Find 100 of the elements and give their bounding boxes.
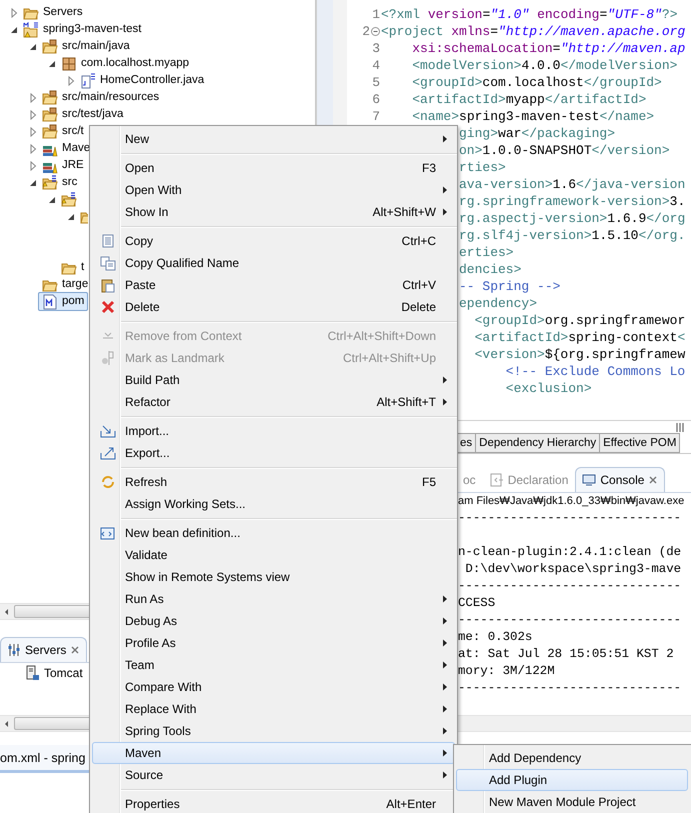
menu-item[interactable]: Debug As	[92, 610, 455, 632]
menu-item[interactable]: Build Path	[92, 369, 455, 391]
collapsed-arrow-icon[interactable]	[9, 8, 19, 18]
menu-item[interactable]: New	[92, 128, 455, 150]
collapsed-arrow-icon[interactable]	[28, 110, 38, 120]
collapsed-arrow-icon[interactable]	[28, 126, 38, 136]
expanded-arrow-icon[interactable]	[47, 194, 57, 204]
collapsed-arrow-icon[interactable]	[28, 144, 38, 154]
menu-item[interactable]: Show In Alt+Shift+W	[92, 201, 455, 223]
tree-item[interactable]: src/t	[60, 123, 86, 140]
tree-item[interactable]: src/main/java	[60, 38, 132, 55]
tree-item[interactable]: src	[60, 174, 80, 191]
menu-item[interactable]: Import...	[92, 420, 455, 442]
menu-item[interactable]: Run As	[92, 588, 455, 610]
expanded-arrow-icon[interactable]	[9, 24, 19, 34]
submenu-arrow-icon	[441, 661, 449, 669]
line-number: 3	[372, 41, 380, 56]
collapsed-arrow-icon[interactable]	[66, 76, 76, 86]
menu-item[interactable]: Add Plugin	[456, 769, 688, 791]
menu-item[interactable]: Profile As	[92, 632, 455, 654]
menu-item[interactable]: Refactor Alt+Shift+T	[92, 391, 455, 413]
tree-item[interactable]: Servers	[41, 4, 85, 21]
package-icon	[61, 56, 77, 72]
tree-item[interactable]: src/main/resources	[60, 89, 162, 106]
servers-tab[interactable]: Servers	[0, 637, 88, 662]
server-item[interactable]: Tomcat	[44, 666, 83, 680]
tree-item[interactable]: spring3-maven-test	[41, 21, 144, 38]
menu-item[interactable]: Maven	[92, 742, 455, 764]
folder-icon	[42, 174, 58, 190]
submenu-arrow-icon	[441, 705, 449, 713]
tree-item[interactable]: JRE	[60, 157, 86, 174]
submenu-arrow-icon	[441, 208, 449, 216]
menu-item[interactable]: Copy Ctrl+C	[92, 230, 455, 252]
menu-item[interactable]: Show in Remote Systems view	[92, 566, 455, 588]
declaration-icon	[490, 473, 504, 487]
menu-item[interactable]: Refresh F5	[92, 471, 455, 493]
console-line: CCESS	[458, 596, 496, 610]
menu-item[interactable]: New Maven Module Project	[456, 791, 688, 813]
expanded-arrow-icon[interactable]	[28, 42, 38, 52]
code-line: rg.aspectj-version>1.6.9</org	[459, 211, 686, 226]
menu-item[interactable]: Export...	[92, 442, 455, 464]
pom-file-icon	[42, 294, 58, 310]
menu-item[interactable]: Paste Ctrl+V	[92, 274, 455, 296]
console-line: ------------------------------	[458, 511, 682, 525]
editor-tab[interactable]: Dependency Hierarchy	[475, 433, 600, 453]
tree-item[interactable]: targe	[60, 276, 90, 293]
menu-item[interactable]: Source	[92, 764, 455, 786]
view-tab[interactable]: Console	[575, 467, 666, 492]
java-file-icon	[80, 72, 96, 88]
menu-item[interactable]: Assign Working Sets...	[92, 493, 455, 515]
copy-icon	[100, 233, 116, 249]
tree-item[interactable]: src/test/java	[60, 106, 126, 123]
submenu-arrow-icon	[441, 749, 449, 757]
menu-item[interactable]: Open With	[92, 179, 455, 201]
editor-tab[interactable]: Effective POM	[599, 433, 680, 453]
console-line: D:\dev\workspace\spring3-mave	[464, 562, 682, 576]
code-line: -- Spring -->	[459, 279, 560, 294]
tree-item[interactable]: HomeController.java	[98, 72, 206, 89]
menu-item[interactable]: Validate	[92, 544, 455, 566]
collapsed-arrow-icon[interactable]	[28, 92, 38, 102]
code-line: on>1.0.0-SNAPSHOT</version>	[459, 143, 670, 158]
collapse-icon[interactable]	[371, 27, 380, 36]
code-line: <artifactId>myapp</artifactId>	[411, 92, 646, 107]
menu-item[interactable]: Open F3	[92, 157, 455, 179]
menu-item[interactable]: Copy Qualified Name	[92, 252, 455, 274]
close-icon[interactable]	[70, 645, 80, 655]
menu-item[interactable]: Properties Alt+Enter	[92, 793, 455, 813]
menu-item[interactable]: Delete Delete	[92, 296, 455, 318]
submenu-arrow-icon	[441, 771, 449, 779]
sliders-icon	[7, 643, 21, 657]
copy-icon	[100, 255, 116, 271]
tree-item[interactable]: Mave	[60, 140, 92, 157]
import-icon	[100, 423, 116, 439]
collapsed-arrow-icon[interactable]	[28, 160, 38, 170]
delete-icon	[100, 299, 116, 315]
server-icon	[24, 665, 40, 681]
code-line: ava-version>1.6</java-version	[459, 177, 686, 192]
package-folder-icon	[42, 90, 58, 106]
project-icon	[23, 22, 39, 38]
menu-item[interactable]: Replace With	[92, 698, 455, 720]
code-line: xsi:schemaLocation="http://maven.ap	[411, 41, 686, 56]
line-number: 4	[372, 58, 380, 73]
submenu-arrow-icon	[441, 135, 449, 143]
menu-item[interactable]: New bean definition...	[92, 522, 455, 544]
menu-item[interactable]: Team	[92, 654, 455, 676]
tree-item[interactable]: com.localhost.myapp	[79, 55, 192, 72]
folder-icon	[61, 192, 77, 208]
bean-icon	[100, 525, 116, 541]
tree-item[interactable]: t	[79, 259, 86, 276]
grip-icon[interactable]	[675, 422, 685, 432]
menu-item[interactable]: Add Dependency	[456, 747, 688, 769]
console-header: am Files₩Java₩jdk1.6.0_33₩bin₩javaw.exe	[457, 494, 686, 509]
menu-item[interactable]: Spring Tools	[92, 720, 455, 742]
console-line: ------------------------------	[458, 613, 682, 627]
expanded-arrow-icon[interactable]	[47, 58, 57, 68]
expanded-arrow-icon[interactable]	[66, 212, 76, 222]
expanded-arrow-icon[interactable]	[28, 178, 38, 188]
menu-item[interactable]: Compare With	[92, 676, 455, 698]
code-line: <artifactId>spring-context<	[474, 330, 686, 345]
close-icon[interactable]	[648, 475, 658, 485]
